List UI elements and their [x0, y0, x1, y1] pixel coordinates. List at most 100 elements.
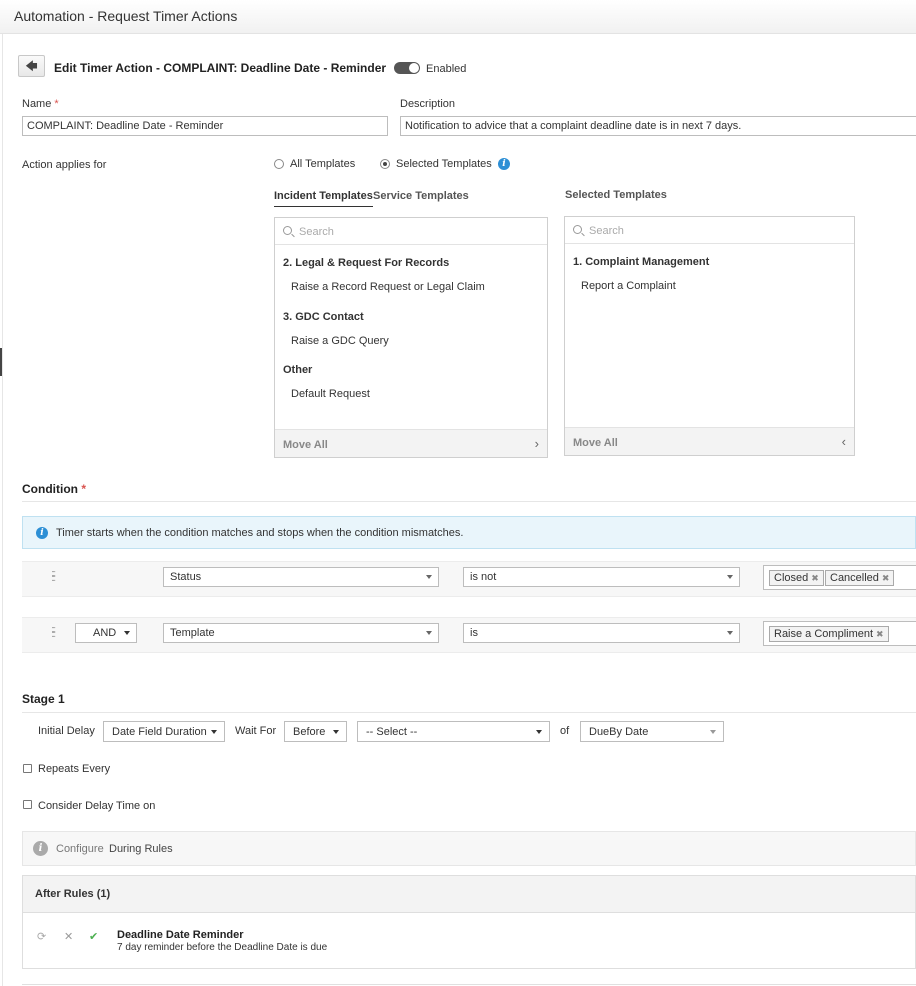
repeats-checkbox[interactable] — [23, 764, 32, 773]
value-tag: Raise a Compliment ✖ — [769, 626, 889, 642]
search-placeholder: Search — [589, 225, 624, 237]
values-input[interactable]: Closed ✖ Cancelled ✖ — [763, 565, 916, 590]
available-templates-list: Search 2. Legal & Request For Records Ra… — [274, 217, 548, 458]
chevron-down-icon — [426, 575, 432, 579]
wait-for-select[interactable]: Before — [284, 721, 347, 742]
selected-templates-title: Selected Templates — [565, 189, 667, 201]
date-field-select[interactable]: DueBy Date — [580, 721, 724, 742]
close-icon[interactable]: ✕ — [64, 930, 73, 943]
value-tag: Cancelled ✖ — [825, 570, 895, 586]
divider — [22, 984, 916, 985]
condition-info-text: Timer starts when the condition matches … — [56, 527, 464, 539]
rule-description: 7 day reminder before the Deadline Date … — [117, 942, 328, 953]
condition-info-bar: i Timer starts when the condition matche… — [22, 516, 916, 549]
repeats-label: Repeats Every — [38, 763, 111, 775]
top-bar: Automation - Request Timer Actions — [0, 0, 916, 34]
move-all-left-button[interactable]: Move All — [573, 437, 618, 449]
condition-title: Condition * — [22, 482, 86, 496]
name-input[interactable]: COMPLAINT: Deadline Date - Reminder — [22, 116, 388, 136]
required-mark: * — [81, 482, 86, 496]
consider-delay-checkbox[interactable] — [23, 800, 32, 809]
chevron-down-icon — [727, 575, 733, 579]
condition-row: :::::: AND Template is Raise a Complimen… — [22, 617, 916, 653]
drag-handle-icon[interactable]: :::::: — [51, 569, 56, 584]
arrow-left-icon: 🡄 — [25, 59, 38, 73]
search-icon — [573, 225, 582, 234]
info-icon: i — [36, 527, 48, 539]
list-group: 1. Complaint Management — [573, 256, 710, 268]
enabled-toggle[interactable] — [394, 62, 420, 74]
consider-delay-label: Consider Delay Time on — [38, 800, 156, 812]
field-select[interactable]: Template — [163, 623, 439, 643]
values-input[interactable]: Raise a Compliment ✖ — [763, 621, 916, 646]
chevron-down-icon — [727, 631, 733, 635]
info-icon: i — [33, 841, 48, 856]
template-tabs-2: Service Templates — [373, 190, 469, 202]
chevron-down-icon — [710, 730, 716, 734]
rule-name[interactable]: Deadline Date Reminder — [117, 929, 244, 941]
chevron-down-icon — [333, 730, 339, 734]
page-title: Automation - Request Timer Actions — [14, 8, 238, 24]
operator-select[interactable]: is — [463, 623, 740, 643]
configure-label: Configure — [56, 843, 104, 855]
search-placeholder: Search — [299, 226, 334, 238]
template-tabs: Incident Templates — [274, 190, 373, 207]
radio-all-label: All Templates — [290, 158, 356, 170]
tab-incident-templates[interactable]: Incident Templates — [274, 190, 373, 207]
move-all-right-button[interactable]: Move All — [283, 439, 328, 451]
close-icon[interactable]: ✖ — [811, 573, 819, 583]
check-circle-icon[interactable]: ✔ — [89, 930, 98, 943]
applies-label: Action applies for — [22, 159, 107, 171]
list-group: Other — [283, 364, 313, 376]
close-icon[interactable]: ✖ — [882, 573, 890, 583]
toggle-knob — [409, 63, 419, 73]
after-rules-list: ⟳ ✕ ✔ Deadline Date Reminder 7 day remin… — [22, 913, 916, 969]
info-icon[interactable]: i — [498, 158, 510, 170]
radio-all-templates[interactable] — [274, 159, 284, 169]
radio-selected-label: Selected Templates — [396, 158, 492, 170]
left-divider — [2, 34, 3, 986]
of-label: of — [560, 725, 570, 737]
available-search[interactable]: Search — [275, 218, 547, 245]
divider — [22, 712, 916, 713]
description-label: Description — [400, 98, 456, 110]
chevron-left-icon[interactable]: ‹ — [842, 434, 846, 449]
configure-during-rules-bar[interactable]: i Configure During Rules — [22, 831, 916, 866]
condition-row: :::::: Status is not Closed ✖ Cancelled ✖ — [22, 561, 916, 597]
operator-select[interactable]: is not — [463, 567, 740, 587]
selected-search[interactable]: Search — [565, 217, 854, 244]
enabled-label: Enabled — [426, 63, 467, 75]
close-icon[interactable]: ✖ — [876, 629, 884, 639]
radio-selected-templates[interactable] — [380, 159, 390, 169]
after-rules-header: After Rules (1) — [22, 875, 916, 913]
refresh-icon[interactable]: ⟳ — [37, 930, 46, 943]
list-group: 3. GDC Contact — [283, 311, 364, 323]
drag-handle-icon[interactable]: :::::: — [51, 625, 56, 640]
selected-templates-list: Search 1. Complaint Management Report a … — [564, 216, 855, 456]
list-item[interactable]: Default Request — [291, 388, 370, 400]
list-item[interactable]: Raise a Record Request or Legal Claim — [291, 281, 485, 293]
available-list-footer: Move All › — [275, 429, 547, 457]
search-icon — [283, 226, 292, 235]
list-item[interactable]: Raise a GDC Query — [291, 335, 389, 347]
back-button[interactable]: 🡄 — [18, 55, 45, 77]
initial-delay-label: Initial Delay — [38, 725, 95, 737]
during-rules-label: During Rules — [109, 843, 173, 855]
name-label: Name * — [22, 98, 59, 110]
tab-service-templates[interactable]: Service Templates — [373, 190, 469, 202]
description-input[interactable]: Notification to advice that a complaint … — [400, 116, 916, 136]
chevron-down-icon — [536, 730, 542, 734]
stage-title: Stage 1 — [22, 692, 65, 706]
connector-select[interactable]: AND — [75, 623, 137, 643]
value-tag: Closed ✖ — [769, 570, 824, 586]
initial-delay-select[interactable]: Date Field Duration — [103, 721, 225, 742]
chevron-right-icon[interactable]: › — [535, 436, 539, 451]
chevron-down-icon — [211, 730, 217, 734]
chevron-down-icon — [124, 631, 130, 635]
edit-title: Edit Timer Action - COMPLAINT: Deadline … — [54, 61, 387, 75]
date-offset-select[interactable]: -- Select -- — [357, 721, 550, 742]
field-select[interactable]: Status — [163, 567, 439, 587]
required-mark: * — [54, 98, 59, 110]
list-item[interactable]: Report a Complaint — [581, 280, 676, 292]
wait-for-label: Wait For — [235, 725, 277, 737]
